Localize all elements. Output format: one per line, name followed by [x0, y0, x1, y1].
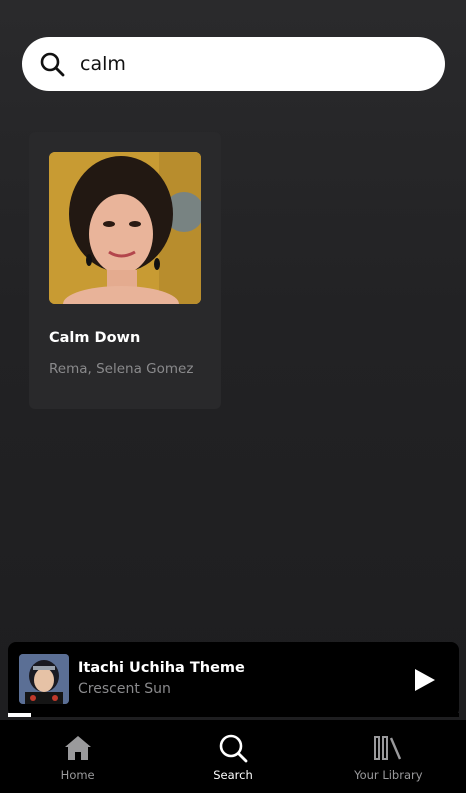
album-art [49, 152, 201, 304]
nav-label-home: Home [60, 768, 95, 782]
track-artist: Rema, Selena Gomez [49, 361, 194, 377]
search-input[interactable] [80, 44, 420, 84]
app-root: Calm Down Rema, Selena Gomez Itachi Uchi… [0, 0, 466, 793]
search-bar[interactable] [22, 37, 445, 91]
mini-player[interactable]: Itachi Uchiha Theme Crescent Sun [8, 642, 459, 717]
play-icon [415, 669, 435, 691]
nav-item-home[interactable]: Home [0, 720, 155, 793]
bottom-nav: Home Search Your Library [0, 720, 466, 793]
play-button[interactable] [413, 667, 437, 693]
player-thumbnail [19, 654, 69, 704]
nav-item-search[interactable]: Search [155, 720, 310, 793]
player-artist: Crescent Sun [78, 681, 171, 697]
player-title: Itachi Uchiha Theme [78, 660, 245, 676]
progress-fill [8, 713, 31, 717]
nav-item-library[interactable]: Your Library [311, 720, 466, 793]
result-card[interactable]: Calm Down Rema, Selena Gomez [29, 132, 221, 409]
nav-label-library: Your Library [354, 768, 423, 782]
search-icon [38, 50, 66, 78]
home-icon [62, 733, 94, 763]
nav-label-search: Search [213, 768, 253, 782]
playback-progress[interactable] [8, 713, 459, 717]
library-icon [372, 733, 404, 763]
search-icon [217, 733, 249, 763]
track-title: Calm Down [49, 330, 141, 346]
